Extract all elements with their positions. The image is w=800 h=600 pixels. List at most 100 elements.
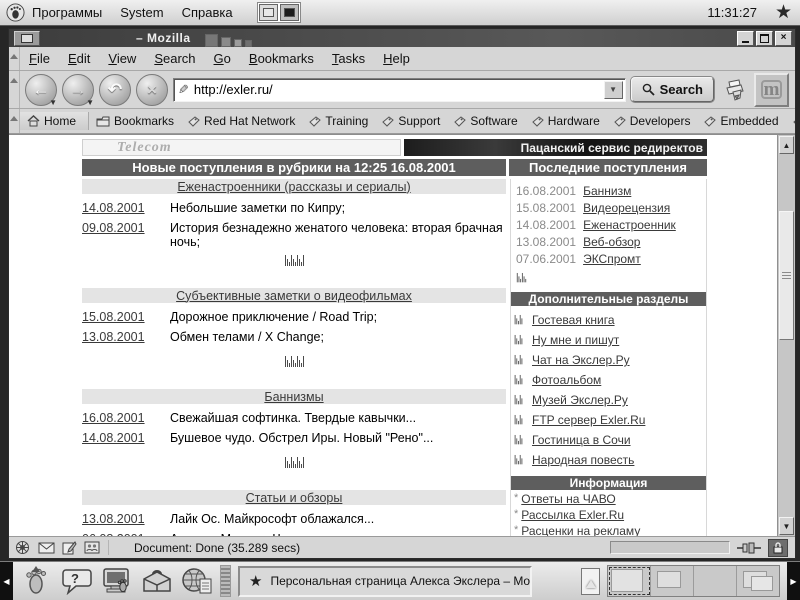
forward-dropdown-icon[interactable]: ▼ <box>86 99 94 107</box>
extra-link[interactable]: Чат на Экслер.Ру <box>532 353 630 367</box>
article-date-link[interactable]: 13.08.2001 <box>82 512 145 526</box>
workspace-1[interactable] <box>608 566 651 596</box>
web-browser-button[interactable] <box>180 565 213 598</box>
menu-go[interactable]: Go <box>205 49 240 68</box>
menu-view[interactable]: View <box>99 49 145 68</box>
workspace-2[interactable] <box>651 566 694 596</box>
article-date-link[interactable]: 06.08.2001 <box>82 532 145 536</box>
bookmark-home[interactable]: Home <box>20 112 89 130</box>
recent-link[interactable]: Веб-обзор <box>583 235 640 249</box>
url-bar[interactable]: ✎ http://exler.ru/ ▼ <box>173 78 626 102</box>
info-link[interactable]: Ответы на ЧАВО <box>521 492 615 506</box>
stop-button[interactable]: × <box>136 74 168 106</box>
titlebar[interactable]: – Mozilla × <box>9 29 795 47</box>
section-title-link[interactable]: Субъективные заметки о видеофильмах <box>176 289 412 303</box>
panel-menu-help[interactable]: Справка <box>180 3 245 22</box>
info-link[interactable]: Рассылка Exler.Ru <box>521 508 624 522</box>
mozilla-logo[interactable]: m <box>754 73 789 107</box>
menu-bookmarks[interactable]: Bookmarks <box>240 49 323 68</box>
extra-link[interactable]: Музей Экслер.Ру <box>532 393 628 407</box>
titlebar-decoration <box>205 29 252 47</box>
maximize-button[interactable] <box>756 31 773 46</box>
panel-menu-system[interactable]: System <box>118 3 175 22</box>
minimize-button[interactable] <box>737 31 754 46</box>
extra-link[interactable]: Гостиница в Сочи <box>532 433 631 447</box>
back-button[interactable]: ←▼ <box>25 74 57 106</box>
security-lock-icon[interactable] <box>768 539 788 557</box>
article-date-link[interactable]: 14.08.2001 <box>82 201 145 215</box>
window-menu-icon[interactable] <box>14 31 40 46</box>
online-plug-icon[interactable] <box>737 542 761 554</box>
scrollbar-thumb[interactable] <box>779 211 794 340</box>
section-title-link[interactable]: Еженастроенники (рассказы и сериалы) <box>177 180 410 194</box>
article-date-link[interactable]: 13.08.2001 <box>82 330 145 344</box>
menu-edit[interactable]: Edit <box>59 49 99 68</box>
navbar-grippy[interactable] <box>9 71 20 108</box>
article-date-link[interactable]: 16.08.2001 <box>82 411 145 425</box>
info-link[interactable]: Расценки на рекламу <box>521 524 640 536</box>
address-book-icon[interactable] <box>84 541 100 554</box>
section-title-link[interactable]: Баннизмы <box>264 390 323 404</box>
tasklist-window-icon-active[interactable] <box>280 4 299 21</box>
bookmark-training[interactable]: Training <box>302 112 375 130</box>
panel-menu-programs[interactable]: Программы <box>30 3 114 22</box>
menu-help[interactable]: Help <box>374 49 419 68</box>
recent-link[interactable]: Еженастроенник <box>583 218 676 232</box>
search-button[interactable]: Search <box>631 77 714 102</box>
tasklist-window-icon[interactable] <box>259 4 278 21</box>
menu-file[interactable]: File <box>20 49 59 68</box>
print-button[interactable] <box>719 76 749 104</box>
main-menu-foot-button[interactable] <box>20 565 53 598</box>
scroll-down-button[interactable]: ▼ <box>779 517 794 535</box>
gnome-foot-icon[interactable] <box>4 3 26 23</box>
bookmark-hardware[interactable]: Hardware <box>525 112 607 130</box>
recent-link[interactable]: Баннизм <box>583 184 631 198</box>
bookmark-developers[interactable]: Developers <box>607 112 698 130</box>
recent-link[interactable]: Видеорецензия <box>583 201 670 215</box>
forward-button[interactable]: →▼ <box>62 74 94 106</box>
section-title-link[interactable]: Статьи и обзоры <box>246 491 343 505</box>
workspace-3[interactable] <box>694 566 737 596</box>
personalbar-grippy[interactable] <box>9 109 20 133</box>
desk-guide-button[interactable] <box>581 568 600 595</box>
star-applet-icon[interactable]: ★ <box>775 3 800 22</box>
composer-icon[interactable] <box>62 541 77 555</box>
article-date-link[interactable]: 15.08.2001 <box>82 310 145 324</box>
vertical-scrollbar[interactable]: ▲ ▼ <box>777 135 795 536</box>
bookmark-red-hat-network[interactable]: Red Hat Network <box>181 112 302 130</box>
toolbox-button[interactable] <box>140 565 173 598</box>
extra-link[interactable]: Ну мне и пишут <box>532 333 619 347</box>
mail-icon[interactable] <box>38 542 55 554</box>
reload-button[interactable]: ↶ <box>99 74 131 106</box>
close-button[interactable]: × <box>775 31 792 46</box>
terminal-button[interactable] <box>100 565 133 598</box>
taskbar-grippy[interactable] <box>220 565 231 597</box>
bookmark-software[interactable]: Software <box>447 112 524 130</box>
workspace-4[interactable] <box>737 566 779 596</box>
panel-hide-right-button[interactable]: ▶ <box>787 562 800 600</box>
panel-hide-left-button[interactable]: ◀ <box>0 562 13 600</box>
bookmark-folder-bookmarks[interactable]: Bookmarks <box>89 112 181 130</box>
back-dropdown-icon[interactable]: ▼ <box>49 99 57 107</box>
extra-link[interactable]: Гостевая книга <box>532 313 615 327</box>
extra-link[interactable]: Фотоальбом <box>532 373 601 387</box>
menu-tasks[interactable]: Tasks <box>323 49 374 68</box>
menu-search[interactable]: Search <box>145 49 204 68</box>
ad-banner[interactable]: Пацанский сервис редиректов <box>404 139 707 156</box>
menubar-grippy[interactable] <box>9 47 20 70</box>
article-date-link[interactable]: 14.08.2001 <box>82 431 145 445</box>
bookmark-embedded[interactable]: Embedded <box>697 112 785 130</box>
navigator-icon[interactable] <box>14 540 31 555</box>
scroll-up-button[interactable]: ▲ <box>779 136 794 154</box>
url-dropdown-button[interactable]: ▼ <box>604 81 623 99</box>
extra-link[interactable]: Народная повесть <box>532 453 634 467</box>
article-date-link[interactable]: 09.08.2001 <box>82 221 145 235</box>
telecom-logo[interactable]: Telecom <box>82 139 401 156</box>
url-value[interactable]: http://exler.ru/ <box>194 82 273 97</box>
bookmark-support[interactable]: Support <box>375 112 447 130</box>
taskbar-window-item[interactable]: ★ Персональная страница Алекса Экслера –… <box>238 566 532 597</box>
extra-link[interactable]: FTP сервер Exler.Ru <box>532 413 645 427</box>
help-button[interactable]: ? <box>60 565 93 598</box>
recent-link[interactable]: ЭКСпромт <box>583 252 641 266</box>
bookmark-search[interactable]: Search <box>786 112 795 130</box>
